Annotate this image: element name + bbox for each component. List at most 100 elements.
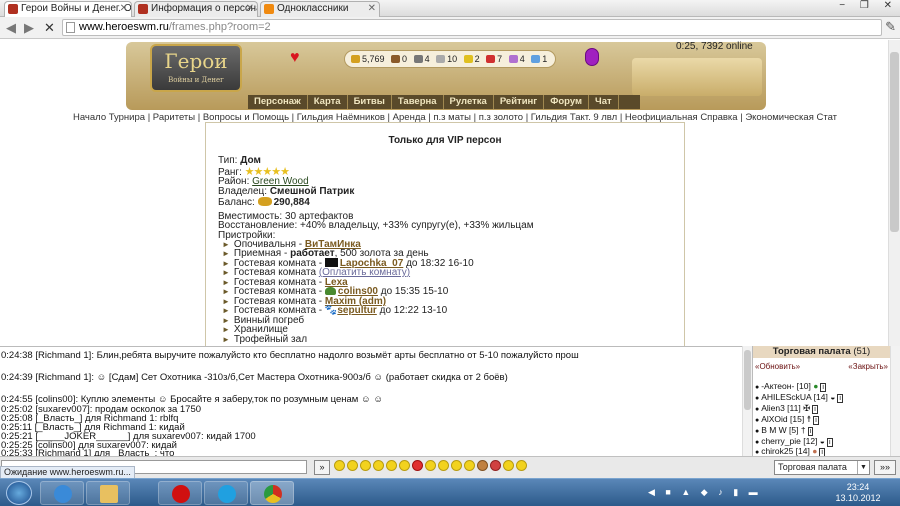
smiley-bar: [334, 460, 529, 472]
diamond-value: 1: [542, 54, 548, 64]
forward-icon[interactable]: ▶: [24, 20, 34, 36]
tab-character-info[interactable]: Информация о персона ✕: [134, 1, 258, 17]
send-button[interactable]: »: [314, 460, 330, 475]
back-icon[interactable]: ◀: [6, 20, 16, 36]
mercury-resource: 10: [436, 54, 457, 64]
smiley-icon[interactable]: [360, 460, 371, 471]
chat-input-bar: » Торговая палата ▼ »»: [0, 456, 900, 478]
chat-scrollbar[interactable]: [742, 346, 752, 456]
user-entry[interactable]: ● AHILESckUA [14] ◒ i: [755, 392, 843, 403]
menu-rating[interactable]: Рейтинг: [494, 95, 545, 109]
gold-resource: 5,769: [351, 54, 385, 64]
online-counter: 0:25, 7392 online: [676, 41, 753, 52]
smiley-icon[interactable]: [516, 460, 527, 471]
figure-icon: ☨: [806, 414, 812, 424]
info-icon: i: [837, 394, 843, 403]
system-tray[interactable]: ◀ ■ ▲ ◆ ♪ ▮ ▬: [648, 487, 762, 498]
sulfur-icon: [463, 55, 473, 63]
smiley-icon[interactable]: [438, 460, 449, 471]
page-scrollbar[interactable]: [888, 40, 900, 346]
gold-icon: [257, 197, 272, 206]
smiley-icon[interactable]: [464, 460, 475, 471]
beer-icon[interactable]: [477, 460, 488, 471]
odnoklassniki-favicon-icon: [264, 4, 274, 14]
taskbar-skype[interactable]: [204, 481, 248, 505]
user-list-scrollbar[interactable]: [890, 346, 900, 456]
tab-odnoklassniki[interactable]: Одноклассники ✕: [260, 1, 380, 17]
ie-icon: [54, 485, 72, 503]
close-link[interactable]: «Закрыть»: [848, 362, 888, 371]
menu-chat[interactable]: Чат: [589, 95, 619, 109]
taskbar-opera[interactable]: [158, 481, 202, 505]
gems-icon: [508, 55, 518, 63]
close-tab-icon[interactable]: ✕: [246, 2, 254, 16]
stop-icon[interactable]: ✕: [44, 20, 55, 36]
mercury-value: 10: [447, 54, 458, 64]
address-bar[interactable]: www.heroeswm.ru/frames.php?room=2: [62, 19, 882, 36]
taskbar-ie[interactable]: [40, 481, 84, 505]
taskbar-clock[interactable]: 23:24 13.10.2012: [828, 482, 888, 504]
smiley-icon[interactable]: [425, 460, 436, 471]
info-icon: i: [807, 427, 814, 436]
wood-value: 0: [402, 54, 408, 64]
url-host: www.heroeswm.ru: [79, 21, 169, 33]
browser-toolbar: ◀ ▶ ✕ www.heroeswm.ru/frames.php?room=2: [0, 17, 900, 39]
chat-message: 0:24:39 [Richmand 1]: ☺ [Сдам] Сет Охотн…: [1, 372, 508, 383]
taskbar-chrome[interactable]: [250, 481, 294, 505]
channel-select[interactable]: Торговая палата ▼: [774, 460, 870, 475]
ore-resource: 4: [413, 54, 430, 64]
scroll-thumb[interactable]: [890, 52, 899, 232]
menu-forum[interactable]: Форум: [544, 95, 590, 109]
arrow-icon: ►: [222, 335, 230, 344]
player-link[interactable]: sepultur: [337, 305, 376, 316]
ore-icon: [413, 55, 423, 63]
menu-tavern[interactable]: Таверна: [392, 95, 444, 109]
info-icon: i: [812, 405, 818, 414]
taskbar-explorer[interactable]: [86, 481, 130, 505]
browser-tab-bar: Герои Войны и Денег. Он ✕ Информация о п…: [0, 0, 900, 17]
scroll-thumb[interactable]: [744, 350, 751, 410]
menu-roulette[interactable]: Рулетка: [444, 95, 494, 109]
smiley-icon[interactable]: [386, 460, 397, 471]
potion-icon[interactable]: [585, 48, 599, 66]
user-entry[interactable]: ● Alien3 [11] ✠ i: [755, 403, 818, 414]
menu-character[interactable]: Персонаж: [248, 95, 308, 109]
close-tab-icon[interactable]: ✕: [120, 2, 128, 16]
smiley-icon[interactable]: [334, 460, 345, 471]
smiley-icon[interactable]: [399, 460, 410, 471]
user-entry[interactable]: ● -Актеон- [10] ● i: [755, 381, 826, 392]
refresh-link[interactable]: «Обновить»: [755, 362, 800, 371]
user-entry[interactable]: ● AlXOid [15] ☨ i: [755, 414, 819, 425]
chevron-down-icon: ▼: [857, 461, 869, 474]
chrome-icon: [264, 485, 282, 503]
wrench-icon[interactable]: ✎: [885, 19, 896, 35]
smiley-icon[interactable]: [373, 460, 384, 471]
smiley-icon[interactable]: [451, 460, 462, 471]
close-tab-icon[interactable]: ✕: [368, 2, 376, 16]
gold-value: 5,769: [362, 54, 385, 64]
user-entry[interactable]: ● B M W [5] † i: [755, 425, 814, 436]
tab-heroes[interactable]: Герои Войны и Денег. Он ✕: [4, 1, 132, 17]
folder-icon: [100, 485, 118, 503]
channel-go-button[interactable]: »»: [874, 460, 896, 475]
house-balance: Баланс: 290,884: [218, 197, 310, 208]
smiley-icon[interactable]: [347, 460, 358, 471]
main-menu: Персонаж Карта Битвы Таверна Рулетка Рей…: [248, 95, 640, 109]
wood-resource: 0: [391, 54, 407, 64]
sulfur-resource: 2: [463, 54, 480, 64]
url-path: /frames.php?room=2: [168, 21, 271, 33]
game-logo[interactable]: Герои Войны и Денег: [150, 44, 242, 92]
rose-icon[interactable]: [490, 460, 501, 471]
heroes-favicon-icon: [138, 4, 148, 14]
angry-smiley-icon[interactable]: [412, 460, 423, 471]
start-button[interactable]: [6, 481, 32, 505]
cross-icon: ✠: [803, 403, 811, 413]
clan-icon: [324, 287, 336, 295]
arrow-icon: ►: [222, 306, 230, 315]
heroes-favicon-icon: [8, 4, 18, 14]
smiley-icon[interactable]: [503, 460, 514, 471]
menu-battles[interactable]: Битвы: [348, 95, 392, 109]
menu-map[interactable]: Карта: [308, 95, 348, 109]
opera-icon: [172, 485, 190, 503]
window-controls[interactable]: − ❐ ✕: [839, 0, 898, 11]
